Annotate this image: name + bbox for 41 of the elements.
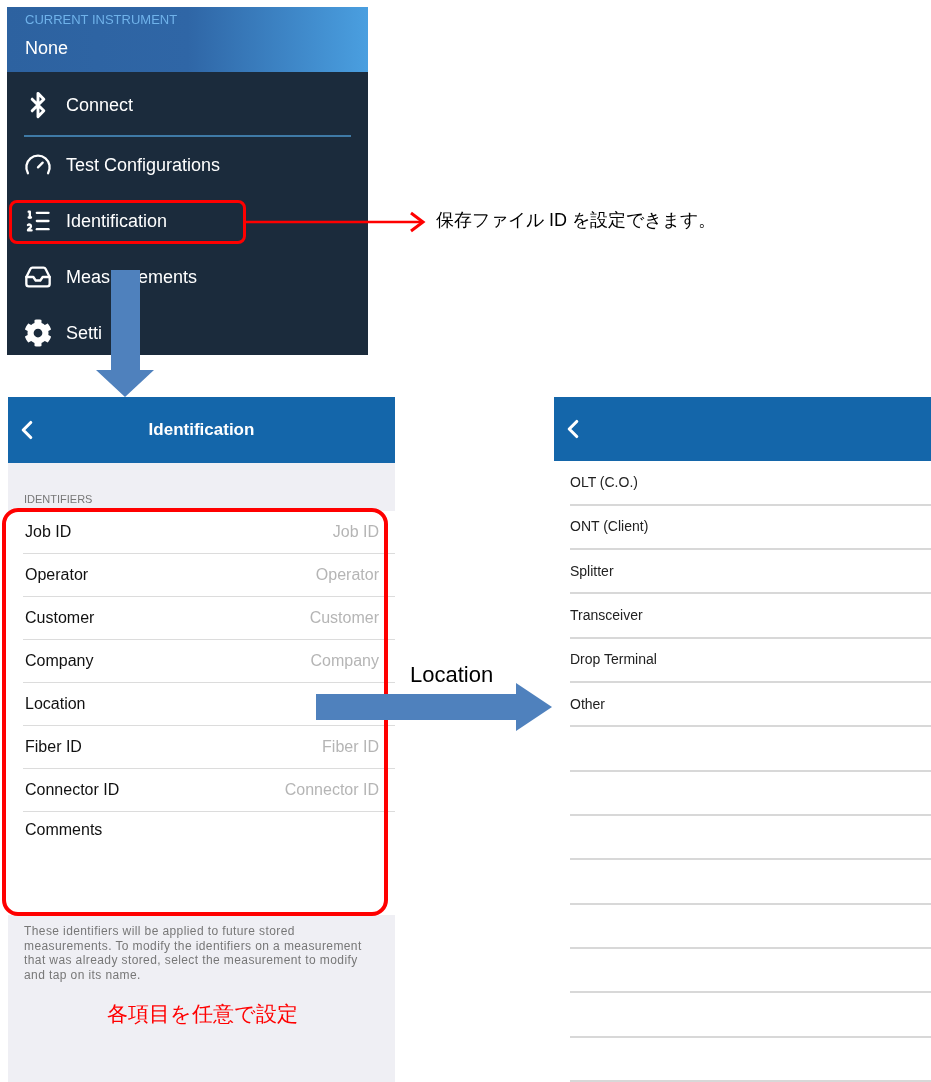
field-label: Job ID [25, 522, 72, 542]
annotation-text: Location [410, 661, 494, 689]
field-label: Location [25, 694, 86, 714]
text-field[interactable]: Connector ID [219, 778, 379, 802]
screen-title: Identification [148, 419, 255, 442]
field-label: Comments [25, 821, 103, 838]
location-option[interactable]: Drop Terminal [570, 638, 931, 683]
menu-label: Identification [66, 209, 168, 233]
location-option[interactable]: ONT (Client) [570, 505, 931, 550]
text-field[interactable]: Customer [219, 606, 379, 630]
menu-item[interactable]: Meas ements [24, 249, 351, 305]
text-field[interactable]: Company [219, 649, 379, 673]
menu-label: ements [138, 265, 198, 289]
annotation-text: 各項目を任意で設定 [107, 1001, 298, 1027]
field-label: Company [25, 651, 94, 671]
field-label: Operator [25, 565, 89, 585]
location-option[interactable]: OLT (C.O.) [570, 461, 931, 506]
header-label: CURRENT INSTRUMENT [25, 12, 179, 28]
location-option[interactable]: Splitter [570, 549, 931, 595]
field-label: Connector ID [25, 780, 120, 800]
annotation-text: 保存ファイル ID を設定できます。 [436, 209, 716, 232]
text-field[interactable]: Operator [219, 563, 379, 587]
footer-note: These identifiers will be applied to future stored measurements. To modify the identifiers on a measurement that was already stored, select the measurement to modify and tap on its name. [23, 924, 363, 982]
menu-label: Setti [66, 321, 103, 345]
comments-field[interactable]: Comments [8, 812, 395, 915]
section-header: IDENTIFIERS [23, 493, 94, 506]
field-label: Customer [25, 608, 95, 628]
menu-item[interactable]: Connect [24, 75, 351, 137]
menu-label: Connect [66, 93, 134, 117]
text-field[interactable]: Job ID [219, 520, 379, 544]
menu-item[interactable]: Test Configurations [24, 137, 351, 193]
menu-item[interactable]: Identification [24, 193, 351, 249]
text-field[interactable]: Fiber ID [219, 735, 379, 759]
instrument-name: None [25, 37, 70, 59]
location-option[interactable]: Transceiver [570, 594, 931, 639]
menu-label: Test Configurations [66, 153, 221, 177]
field-label: Fiber ID [25, 737, 82, 757]
settings-icon [24, 319, 52, 347]
menu-item[interactable]: Setti [24, 305, 351, 355]
menu-label: Meas [66, 265, 110, 289]
location-option[interactable]: Other [570, 682, 931, 728]
